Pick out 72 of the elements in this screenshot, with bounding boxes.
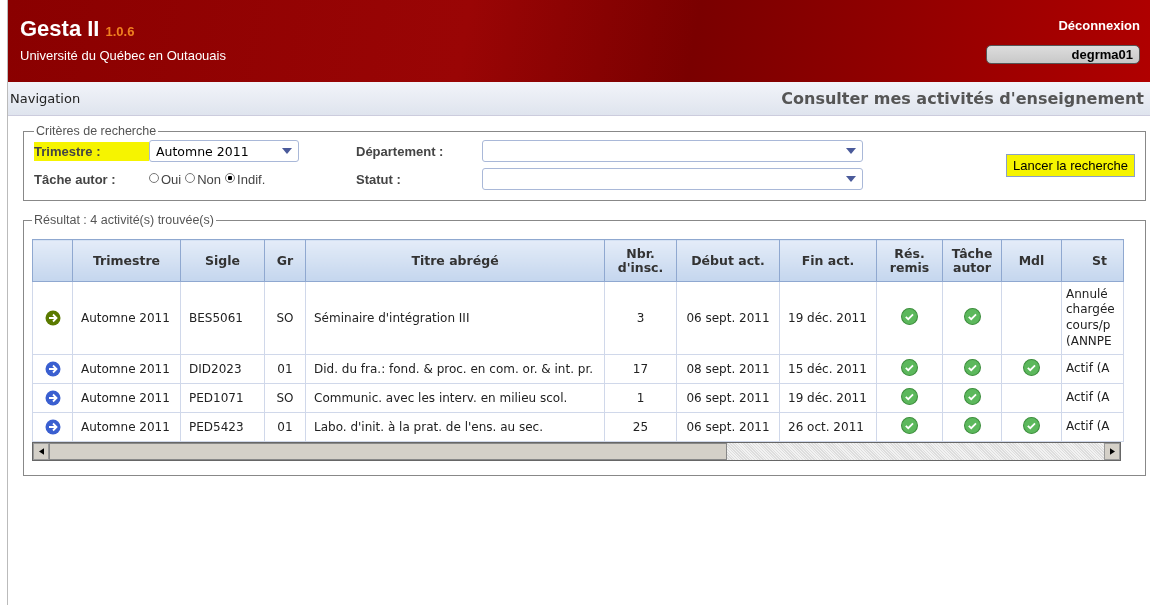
table-cell: 06 sept. 2011 (676, 412, 780, 442)
page-title: Consulter mes activités d'enseignement (781, 89, 1144, 108)
institution-name: Université du Québec en Outaouais (20, 48, 226, 63)
column-header[interactable]: Gr (264, 239, 306, 282)
table-cell: Séminaire d'intégration III (305, 281, 605, 355)
column-header[interactable]: Tâche autor (942, 239, 1002, 282)
table-cell: SO (264, 383, 306, 413)
header-cell (32, 239, 73, 282)
column-header[interactable]: Trimestre (72, 239, 181, 282)
table-cell: 01 (264, 354, 306, 384)
table-cell: 08 sept. 2011 (676, 354, 780, 384)
table-cell: 25 (604, 412, 677, 442)
table-cell: BES5061 (180, 281, 265, 355)
table-cell: Annulé chargée cours/p (ANNPE (1061, 281, 1124, 355)
radio-option[interactable]: Indif. (225, 171, 266, 187)
table-cell: Automne 2011 (72, 281, 181, 355)
caret-icon (282, 148, 292, 154)
caret-icon (846, 176, 856, 182)
task-label: Tâche autor : (34, 170, 117, 189)
table-cell: Actif (A (1061, 412, 1124, 442)
table-cell: 15 déc. 2011 (779, 354, 877, 384)
column-header[interactable]: Fin act. (779, 239, 877, 282)
right-arrow-icon[interactable] (1109, 448, 1115, 455)
term-dropdown[interactable]: Automne 2011 (149, 140, 299, 162)
department-label: Département : (356, 142, 445, 161)
arrow-icon[interactable] (44, 310, 61, 326)
left-arrow-icon[interactable] (38, 448, 44, 455)
table-cell: 06 sept. 2011 (676, 281, 780, 355)
table-cell: 19 déc. 2011 (779, 383, 877, 413)
horizontal-scrollbar[interactable] (32, 442, 1121, 461)
table-cell: 06 sept. 2011 (676, 383, 780, 413)
column-header[interactable]: Titre abrégé (305, 239, 605, 282)
table-cell: 17 (604, 354, 677, 384)
table-cell: Automne 2011 (72, 354, 181, 384)
column-header[interactable]: St (1061, 239, 1124, 282)
user-field: degrma01 (986, 45, 1140, 64)
table-cell: PED5423 (180, 412, 265, 442)
table-cell: Actif (A (1061, 383, 1124, 413)
column-header[interactable]: Sigle (180, 239, 265, 282)
navigation-label[interactable]: Navigation (10, 91, 81, 106)
table-cell: Automne 2011 (72, 383, 181, 413)
table-cell: 3 (604, 281, 677, 355)
version-label: 1.0.6 (105, 24, 135, 39)
status-label: Statut : (356, 170, 402, 189)
criteria-legend: Critères de recherche (34, 124, 159, 138)
arrow-icon[interactable] (44, 419, 61, 435)
table-cell: PED1071 (180, 383, 265, 413)
radio-option[interactable]: Oui (149, 171, 182, 187)
table-cell: Communic. avec les interv. en milieu scol. (305, 383, 605, 413)
table-cell: Automne 2011 (72, 412, 181, 442)
table-cell: DID2023 (180, 354, 265, 384)
table-cell: SO (264, 281, 306, 355)
caret-icon (846, 148, 856, 154)
app-name: Gesta II (20, 16, 100, 42)
column-header[interactable]: Nbr. d'insc. (604, 239, 677, 282)
table-cell: Actif (A (1061, 354, 1124, 384)
table-cell: Labo. d'init. à la prat. de l'ens. au sec. (305, 412, 605, 442)
radio-option[interactable]: Non (185, 171, 222, 187)
table-cell: 01 (264, 412, 306, 442)
table-cell: 19 déc. 2011 (779, 281, 877, 355)
logout-link[interactable]: Déconnexion (1058, 18, 1140, 33)
results-legend: Résultat : 4 activité(s) trouvée(s) (32, 213, 216, 227)
column-header[interactable]: Rés. remis (876, 239, 943, 282)
arrow-icon[interactable] (44, 361, 61, 377)
column-header[interactable]: Mdl (1001, 239, 1062, 282)
table-cell: Did. du fra.: fond. & proc. en com. or. & int. pr. (305, 354, 605, 384)
table-cell: 26 oct. 2011 (779, 412, 877, 442)
arrow-icon[interactable] (44, 390, 61, 406)
table-cell: 1 (604, 383, 677, 413)
search-button[interactable]: Lancer la recherche (1006, 153, 1135, 177)
column-header[interactable]: Début act. (676, 239, 780, 282)
term-label: Trimestre : (34, 141, 149, 161)
